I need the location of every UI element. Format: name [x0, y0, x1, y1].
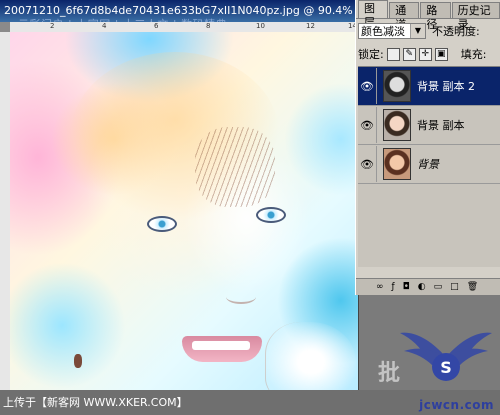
visibility-eye-icon[interactable]: 👁: [358, 107, 377, 143]
opacity-label: 不透明度:: [432, 25, 480, 38]
teeth: [192, 341, 250, 350]
tab-layers[interactable]: 图层: [358, 0, 389, 29]
right-eye: [256, 207, 286, 223]
layer-row[interactable]: 👁 背景 副本 2: [358, 67, 500, 106]
lock-move-icon[interactable]: ✛: [418, 47, 432, 61]
document-window: 20071210_6f67d8b4de70431e633bG7xII1N040p…: [0, 0, 359, 390]
layer-row[interactable]: 👁 背景 副本: [358, 106, 500, 145]
tab-channels[interactable]: 通道: [389, 2, 420, 31]
brand-logo-icon: S: [400, 332, 492, 381]
folder-icon[interactable]: ▭: [434, 282, 443, 292]
blend-row: 颜色减淡 ▼ 不透明度:: [358, 21, 500, 41]
ruler-tick: 2: [50, 22, 55, 30]
hand: [265, 322, 356, 390]
earring: [74, 354, 82, 368]
bangs-strands: [195, 127, 275, 207]
panel-tabs: 图层 通道 路径 历史记录: [356, 0, 500, 31]
tab-paths[interactable]: 路径: [420, 2, 451, 31]
layer-thumbnail: [383, 148, 411, 180]
tab-history[interactable]: 历史记录: [451, 2, 500, 31]
ruler-tick: 6: [154, 22, 159, 30]
layer-row[interactable]: 👁 背景: [358, 145, 500, 184]
svg-text:S: S: [440, 358, 452, 377]
fx-icon[interactable]: ƒ: [392, 282, 395, 292]
mask-icon[interactable]: ◘: [403, 282, 410, 292]
visibility-eye-icon[interactable]: 👁: [358, 68, 377, 104]
layer-name: 背景 副本: [417, 119, 465, 132]
lock-transparency-icon[interactable]: [386, 47, 400, 61]
layer-name: 背景: [417, 158, 439, 171]
left-eye: [147, 216, 177, 232]
document-title-bar[interactable]: 20071210_6f67d8b4de70431e633bG7xII1N040p…: [0, 0, 358, 36]
lock-all-icon[interactable]: ▣: [434, 47, 448, 61]
layer-thumbnail: [383, 70, 411, 102]
adjustment-icon[interactable]: ◐: [418, 282, 426, 292]
image-canvas[interactable]: [10, 32, 358, 390]
upload-source-text: 上传于【新客网 WWW.XKER.COM】: [3, 396, 188, 409]
ruler-tick: 8: [206, 22, 211, 30]
layers-list: 👁 背景 副本 2 👁 背景 副本 👁 背景: [358, 66, 500, 267]
layer-name: 背景 副本 2: [417, 80, 475, 93]
nose: [226, 290, 256, 304]
layers-panel-footer: ∞ ƒ ◘ ◐ ▭ □ 🗑: [356, 278, 500, 295]
ruler-tick: 10: [256, 22, 265, 30]
layers-panel: 图层 通道 路径 历史记录 颜色减淡 ▼ 不透明度: 锁定: ✎ ✛ ▣ 填充:…: [355, 0, 500, 295]
ruler-tick: 4: [102, 22, 107, 30]
new-layer-icon[interactable]: □: [450, 282, 459, 292]
ghost-overlay-text: 云彩门户 | 上官网 | 十三人文 | 数码精典: [18, 14, 227, 36]
brand-site-text: jcwcn.com: [419, 398, 494, 412]
blend-mode-select[interactable]: 颜色减淡 ▼: [358, 23, 426, 39]
chevron-down-icon[interactable]: ▼: [410, 24, 425, 38]
lock-row: 锁定: ✎ ✛ ▣ 填充:: [358, 45, 500, 63]
blend-mode-value: 颜色减淡: [361, 25, 405, 38]
trash-icon[interactable]: 🗑: [467, 282, 478, 292]
visibility-eye-icon[interactable]: 👁: [358, 146, 377, 182]
ruler-tick: 12: [306, 22, 315, 30]
layer-thumbnail: [383, 109, 411, 141]
ghost-watermark: 批: [378, 361, 401, 386]
lock-paint-icon[interactable]: ✎: [402, 47, 416, 61]
fill-label: 填充:: [460, 48, 487, 61]
lock-label: 锁定:: [358, 48, 384, 61]
link-icon[interactable]: ∞: [376, 282, 384, 292]
mouth: [182, 336, 262, 362]
